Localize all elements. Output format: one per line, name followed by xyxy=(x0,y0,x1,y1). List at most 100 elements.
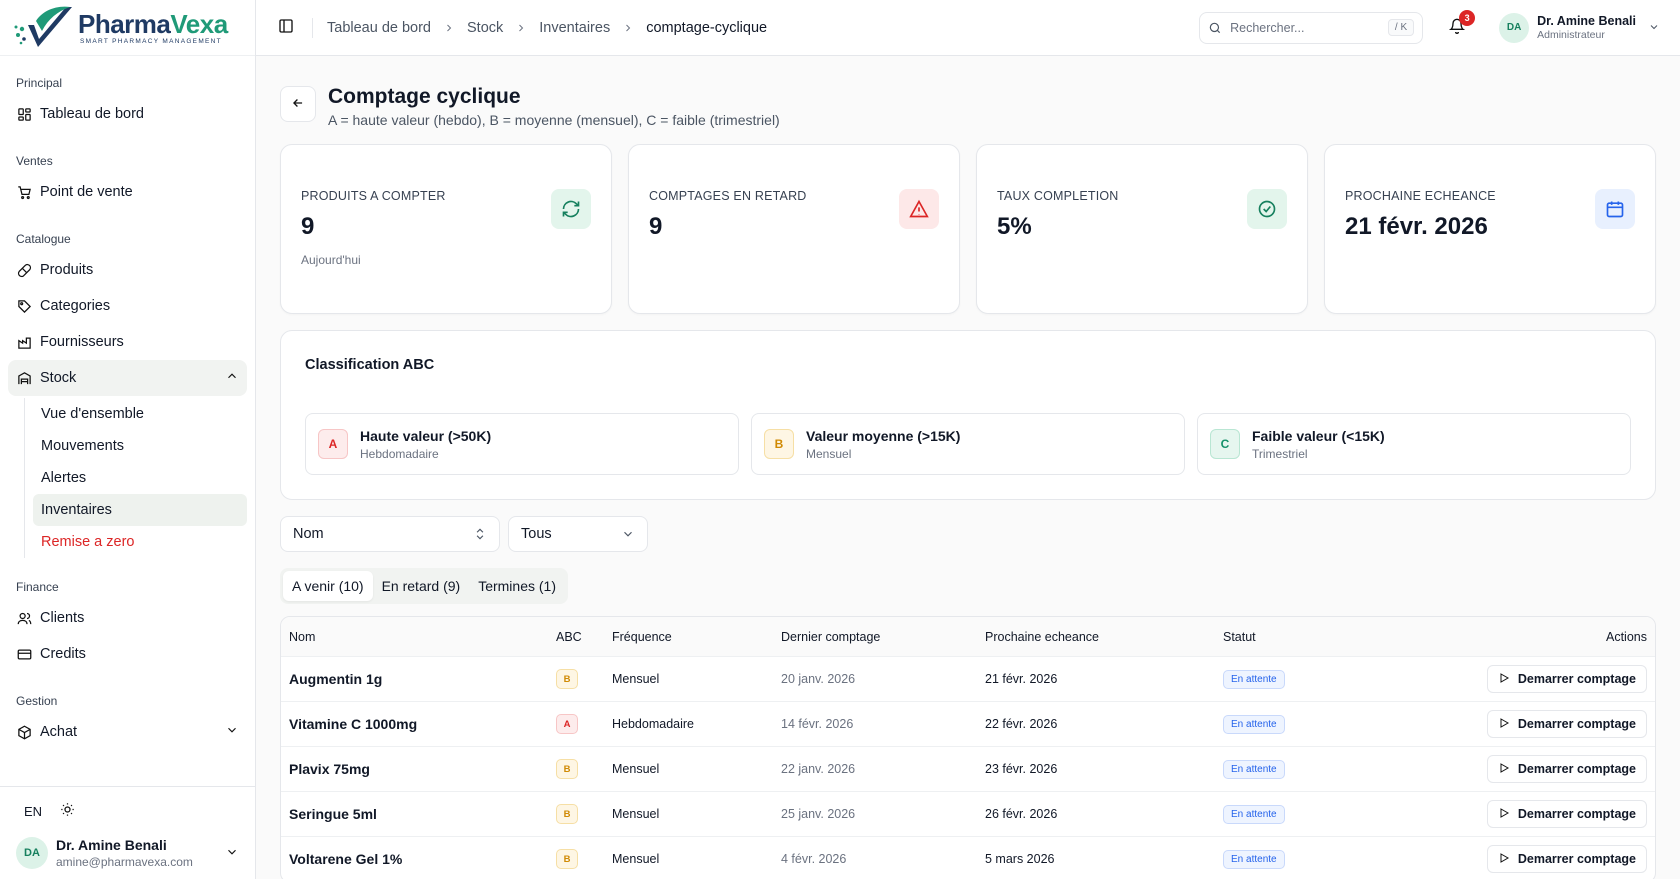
sidebar-item-label: Credits xyxy=(40,646,86,662)
notifications-button[interactable]: 3 xyxy=(1443,9,1476,42)
sidebar-item-label: Stock xyxy=(40,370,77,386)
abc-title: Classification ABC xyxy=(305,357,435,373)
table-row: Vitamine C 1000mg A Hebdomadaire 14 févr… xyxy=(281,702,1655,747)
breadcrumb-item[interactable]: Inventaires xyxy=(539,20,610,36)
sort-select-value: Nom xyxy=(293,526,324,542)
start-count-button[interactable]: Demarrer comptage xyxy=(1486,710,1647,738)
search-shortcut: / K xyxy=(1387,19,1415,36)
sidebar-item-clients[interactable]: Clients xyxy=(8,600,247,636)
breadcrumb-item[interactable]: Tableau de bord xyxy=(327,20,431,36)
row-next: 22 févr. 2026 xyxy=(985,717,1058,731)
sidebar-item-label: Point de vente xyxy=(40,184,133,200)
stock-submenu: Vue d'ensemble Mouvements Alertes Invent… xyxy=(24,398,247,558)
sidebar-nav: Principal Tableau de bord Ventes Point d… xyxy=(0,56,255,786)
avatar: DA xyxy=(1499,12,1530,43)
abc-classification-panel: Classification ABC A Haute valeur (>50K)… xyxy=(280,330,1656,500)
sidebar-subitem-overview[interactable]: Vue d'ensemble xyxy=(33,398,247,430)
sidebar-item-pos[interactable]: Point de vente xyxy=(8,174,247,210)
theme-sun-icon[interactable] xyxy=(60,802,75,820)
row-last: 25 janv. 2026 xyxy=(781,807,856,821)
class-filter-select[interactable]: Tous xyxy=(508,516,648,552)
abc-badge: B xyxy=(556,804,578,824)
user-menu[interactable]: DA Dr. Amine Benali Administrateur xyxy=(1499,12,1660,43)
section-finance: Finance xyxy=(16,580,59,594)
kpi-card-late: COMPTAGES EN RETARD 9 xyxy=(628,144,960,314)
kpi-label: PROCHAINE ECHEANCE xyxy=(1345,189,1496,203)
table-row: Augmentin 1g B Mensuel 20 janv. 2026 21 … xyxy=(281,657,1655,702)
row-freq: Hebdomadaire xyxy=(612,717,694,731)
row-name: Plavix 75mg xyxy=(289,761,370,777)
start-count-button[interactable]: Demarrer comptage xyxy=(1486,845,1647,873)
status-badge: En attente xyxy=(1223,670,1285,689)
sidebar-item-fournisseurs[interactable]: Fournisseurs xyxy=(8,324,247,360)
dashboard-grid-icon xyxy=(16,106,32,122)
sidebar-item-achat[interactable]: Achat xyxy=(8,714,247,750)
search-input[interactable]: Rechercher... / K xyxy=(1199,11,1424,44)
page-title: Comptage cyclique xyxy=(328,85,521,108)
kpi-value: 9 xyxy=(301,213,315,240)
sidebar-subitem-alertes[interactable]: Alertes xyxy=(33,462,247,494)
back-button[interactable] xyxy=(280,86,316,122)
logo[interactable]: PharmaVexa SMART PHARMACY MANAGEMENT xyxy=(0,0,255,56)
abc-badge: A xyxy=(556,714,578,734)
sidebar: PharmaVexa SMART PHARMACY MANAGEMENT Pri… xyxy=(0,0,256,879)
chevron-up-icon xyxy=(225,369,239,387)
abc-letter: C xyxy=(1210,429,1240,459)
status-tabs: A venir (10) En retard (9) Termines (1) xyxy=(280,568,568,604)
col-header-last: Dernier comptage xyxy=(781,629,881,644)
col-header-freq: Fréquence xyxy=(612,629,672,644)
col-header-act: Actions xyxy=(1606,629,1647,644)
row-last: 20 janv. 2026 xyxy=(781,672,856,686)
row-name: Seringue 5ml xyxy=(289,806,377,822)
sidebar-item-label: Produits xyxy=(40,262,94,278)
sidebar-item-label: Fournisseurs xyxy=(40,334,124,350)
abc-freq: Trimestriel xyxy=(1252,446,1308,461)
sidebar-subitem-reset[interactable]: Remise a zero xyxy=(33,526,247,558)
sidebar-item-produits[interactable]: Produits xyxy=(8,252,247,288)
language-toggle[interactable]: EN xyxy=(24,804,42,819)
sidebar-item-dashboard[interactable]: Tableau de bord xyxy=(8,96,247,132)
sidebar-item-categories[interactable]: Categories xyxy=(8,288,247,324)
abc-badge: B xyxy=(556,849,578,869)
abc-card-a: A Haute valeur (>50K) Hebdomadaire xyxy=(305,413,739,475)
sidebar-item-credits[interactable]: Credits xyxy=(8,636,247,672)
sort-select[interactable]: Nom xyxy=(280,516,500,552)
sidebar-item-stock[interactable]: Stock xyxy=(8,360,247,396)
toggle-sidebar-button[interactable] xyxy=(272,14,300,42)
start-count-button[interactable]: Demarrer comptage xyxy=(1486,800,1647,828)
tab-upcoming[interactable]: A venir (10) xyxy=(283,571,373,601)
abc-card-b: B Valeur moyenne (>15K) Mensuel xyxy=(751,413,1185,475)
class-filter-value: Tous xyxy=(521,526,552,542)
user-email: amine@pharmavexa.com xyxy=(56,855,193,869)
play-icon xyxy=(1498,807,1510,822)
row-freq: Mensuel xyxy=(612,807,660,821)
pill-icon xyxy=(16,262,32,278)
sidebar-subitem-inventaires[interactable]: Inventaires xyxy=(33,494,247,526)
search-icon xyxy=(1208,21,1222,35)
chevron-down-icon xyxy=(225,845,239,862)
brand-name-part2: Vexa xyxy=(170,8,228,39)
tab-done[interactable]: Termines (1) xyxy=(469,571,565,601)
sidebar-user-menu[interactable]: DA Dr. Amine Benali amine@pharmavexa.com xyxy=(16,837,239,869)
user-name: Dr. Amine Benali xyxy=(1537,14,1636,28)
credit-card-icon xyxy=(16,646,32,662)
abc-letter: B xyxy=(764,429,794,459)
kpi-hint: Aujourd'hui xyxy=(301,253,361,267)
abc-letter: A xyxy=(318,429,348,459)
col-header-abc: ABC xyxy=(556,629,582,644)
tab-late[interactable]: En retard (9) xyxy=(373,571,470,601)
topbar: Tableau de bord Stock Inventaires compta… xyxy=(256,0,1680,56)
row-next: 5 mars 2026 xyxy=(985,852,1055,866)
avatar: DA xyxy=(16,837,48,869)
start-count-button[interactable]: Demarrer comptage xyxy=(1486,665,1647,693)
sidebar-footer: EN DA Dr. Amine Benali amine@pharmavexa.… xyxy=(0,786,255,879)
breadcrumb-item[interactable]: Stock xyxy=(467,20,503,36)
status-badge: En attente xyxy=(1223,805,1285,824)
start-count-button[interactable]: Demarrer comptage xyxy=(1486,755,1647,783)
section-catalogue: Catalogue xyxy=(16,232,71,246)
warehouse-icon xyxy=(16,370,32,386)
sidebar-subitem-mouvements[interactable]: Mouvements xyxy=(33,430,247,462)
kpi-card-next-due: PROCHAINE ECHEANCE 21 févr. 2026 xyxy=(1324,144,1656,314)
calendar-icon xyxy=(1595,189,1635,229)
main-area: Tableau de bord Stock Inventaires compta… xyxy=(256,0,1680,879)
